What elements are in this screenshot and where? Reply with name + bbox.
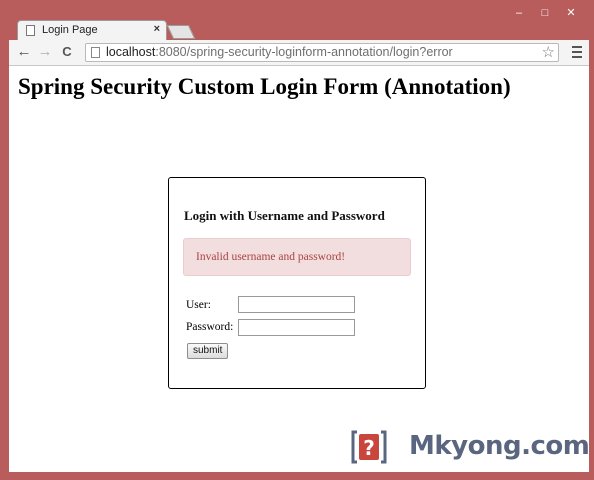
page-title: Spring Security Custom Login Form (Annot… — [18, 74, 511, 99]
tab-strip: Login Page × — [9, 20, 589, 40]
browser-toolbar: ← → C localhost:8080/spring-security-log… — [9, 40, 589, 66]
error-message: Invalid username and password! — [196, 251, 346, 263]
user-label: User: — [186, 299, 211, 311]
url-host: localhost — [106, 45, 156, 59]
window-controls: – □ ✕ — [506, 6, 584, 20]
logo-glyph: ? — [363, 436, 375, 460]
mkyong-logo-icon: ? — [351, 430, 387, 464]
submit-button[interactable]: submit — [187, 343, 229, 359]
new-tab-button[interactable] — [166, 25, 196, 39]
tab-title: Login Page — [42, 24, 98, 36]
page-viewport: Spring Security Custom Login Form (Annot… — [9, 66, 589, 472]
password-input[interactable] — [238, 319, 355, 336]
mkyong-watermark: ? Mkyong.com — [349, 426, 589, 468]
page-icon — [91, 47, 100, 58]
back-arrow-icon[interactable]: ← — [15, 43, 33, 61]
login-box: Login with Username and Password Invalid… — [168, 177, 426, 389]
tab-login-page[interactable]: Login Page × — [17, 20, 167, 40]
close-window-button[interactable]: ✕ — [558, 6, 584, 20]
minimize-button[interactable]: – — [506, 6, 532, 20]
bookmark-star-icon[interactable]: ☆ — [542, 43, 555, 61]
error-alert: Invalid username and password! — [183, 238, 411, 276]
reload-icon[interactable]: C — [58, 43, 76, 61]
maximize-button[interactable]: □ — [532, 6, 558, 20]
forward-arrow-icon[interactable]: → — [36, 43, 54, 61]
password-label: Password: — [186, 321, 234, 333]
address-bar[interactable]: localhost:8080/spring-security-loginform… — [85, 43, 559, 62]
username-input[interactable] — [238, 296, 355, 313]
tab-close-icon[interactable]: × — [154, 23, 160, 35]
url-text: localhost:8080/spring-security-loginform… — [106, 45, 453, 59]
browser-window: – □ ✕ Login Page × ← → C localhost:8080/… — [0, 0, 594, 480]
brand-text: Mkyong.com — [409, 431, 589, 461]
menu-hamburger-icon[interactable] — [572, 46, 582, 58]
page-icon — [26, 25, 35, 36]
login-heading: Login with Username and Password — [184, 208, 385, 223]
url-path: :8080/spring-security-loginform-annotati… — [155, 45, 453, 59]
